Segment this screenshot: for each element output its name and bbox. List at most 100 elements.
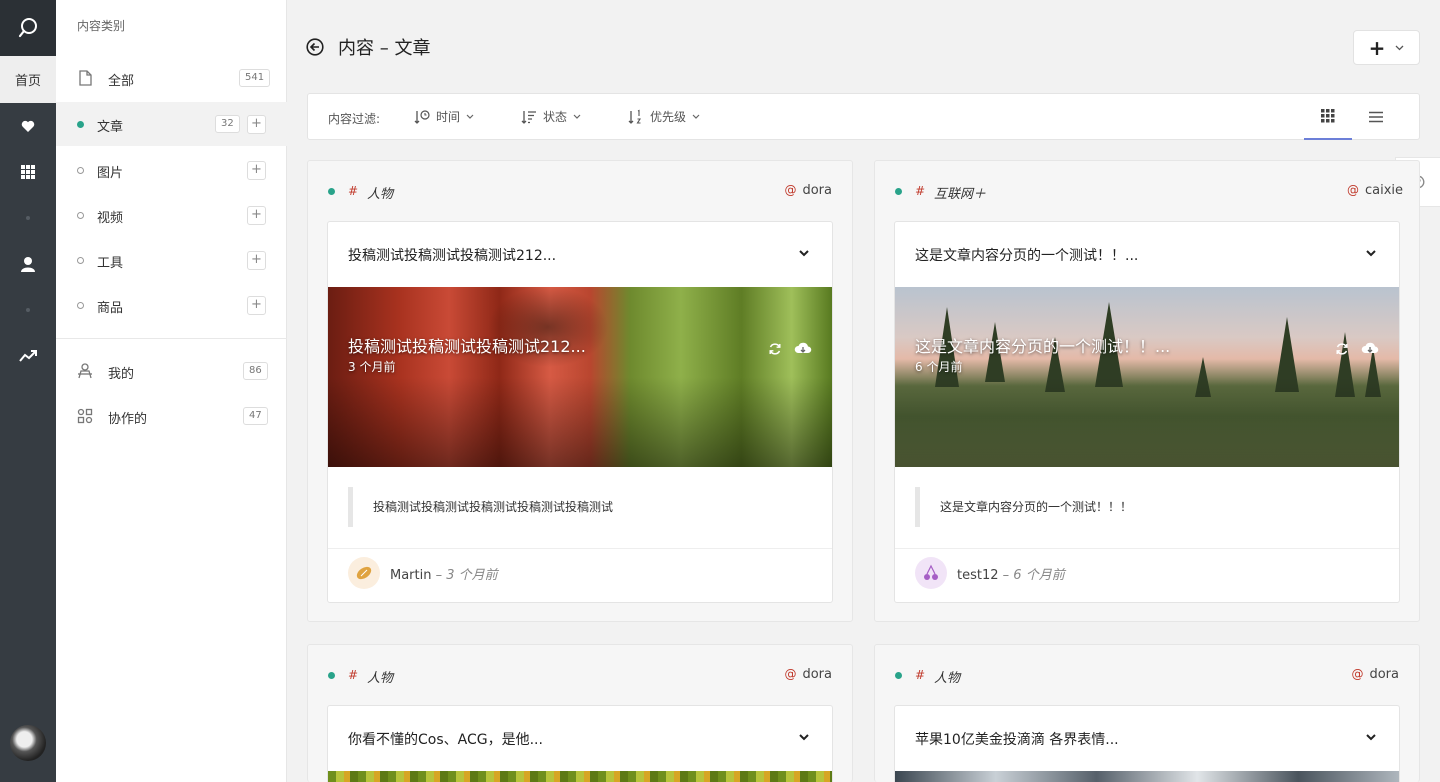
card-title[interactable]: 投稿测试投稿测试投稿测试212... — [348, 245, 556, 265]
add-tool-button[interactable]: + — [247, 251, 266, 270]
card-tag[interactable]: 人物 — [934, 667, 960, 686]
heart-icon[interactable] — [0, 103, 56, 149]
add-image-button[interactable]: + — [247, 161, 266, 180]
sidebar-item-label: 工具 — [97, 256, 124, 271]
content-card[interactable]: # 人物 @ dora 投稿测试投稿测试投稿测试212... 投稿测试投稿测试投稿… — [307, 160, 853, 622]
card-cover-image[interactable] — [895, 287, 1399, 467]
card-excerpt: 这是文章内容分页的一个测试！！！ — [915, 487, 1132, 527]
add-product-button[interactable]: + — [247, 296, 266, 315]
filter-time[interactable]: 时间 — [414, 108, 474, 125]
filter-status[interactable]: 状态 — [521, 108, 581, 125]
add-content-button[interactable]: + — [1353, 30, 1420, 65]
plus-icon: + — [1368, 35, 1386, 60]
sidebar-item-mine[interactable]: 我的 86 — [56, 349, 287, 393]
status-dot — [77, 212, 84, 219]
card-title[interactable]: 你看不懂的Cos、ACG，是他... — [348, 729, 543, 749]
sidebar-item-label: 我的 — [108, 367, 135, 382]
list-view-button[interactable] — [1352, 94, 1400, 140]
filter-bar: 内容过滤: 时间 状态 优先级 — [307, 93, 1420, 140]
content-card[interactable]: # 互联网＋ @ caixie 这是文章内容分页的一个测试！！... 这是文章内容… — [874, 160, 1420, 622]
status-dot — [328, 188, 335, 195]
refresh-icon[interactable] — [768, 342, 782, 356]
chevron-down-icon — [692, 114, 700, 119]
sidebar-item-label: 图片 — [97, 166, 124, 181]
at-icon: @ — [784, 183, 797, 197]
cover-time: 3 个月前 — [348, 360, 396, 374]
refresh-icon[interactable] — [1335, 342, 1349, 356]
author-name: dora — [802, 667, 832, 682]
user-icon[interactable] — [0, 241, 56, 287]
chevron-down-icon[interactable] — [798, 248, 810, 258]
grid-view-icon — [1321, 109, 1335, 123]
add-video-button[interactable]: + — [247, 206, 266, 225]
rail-separator-dot — [0, 195, 56, 241]
card-title[interactable]: 这是文章内容分页的一个测试！！... — [915, 245, 1138, 265]
filter-priority[interactable]: 优先级 — [628, 108, 700, 125]
sidebar-item-label: 商品 — [97, 301, 124, 316]
card-excerpt: 投稿测试投稿测试投稿测试投稿测试投稿测试 — [348, 487, 613, 527]
chevron-down-icon[interactable] — [798, 732, 810, 742]
person-icon — [78, 363, 92, 379]
rail-home[interactable]: 首页 — [0, 56, 56, 103]
status-dot — [895, 188, 902, 195]
card-author[interactable]: @ caixie — [1347, 183, 1403, 198]
card-body: 这是文章内容分页的一个测试！！... 这是文章内容分页的一个测试！！... 6 … — [894, 221, 1400, 603]
user-time: – 6 个月前 — [1002, 568, 1065, 583]
count-badge: 32 — [215, 115, 240, 133]
card-cover-image[interactable] — [328, 287, 832, 467]
sidebar-item-video[interactable]: 视频 + — [56, 193, 287, 237]
back-icon[interactable] — [306, 38, 324, 56]
chevron-down-icon — [1395, 45, 1404, 50]
grid-icon[interactable] — [0, 149, 56, 195]
card-user: test12 – 6 个月前 — [957, 564, 1065, 583]
card-body: 你看不懂的Cos、ACG，是他... — [327, 705, 833, 782]
category-sidebar: 内容类别 全部 541 文章 32 + 图片 + 视频 + 工具 + 商品 + … — [56, 0, 287, 782]
hash-icon: # — [915, 668, 926, 682]
card-body: 投稿测试投稿测试投稿测试212... 投稿测试投稿测试投稿测试212... 3 … — [327, 221, 833, 603]
card-author[interactable]: @ dora — [784, 183, 832, 198]
avatar[interactable] — [348, 557, 380, 589]
card-cover-image[interactable] — [895, 771, 1399, 782]
chevron-down-icon[interactable] — [1365, 732, 1377, 742]
logo-icon[interactable] — [0, 0, 56, 56]
sidebar-item-tool[interactable]: 工具 + — [56, 238, 287, 282]
cover-title: 这是文章内容分页的一个测试！！... — [915, 337, 1171, 356]
avatar[interactable] — [915, 557, 947, 589]
sort-time-icon — [414, 109, 430, 124]
hash-icon: # — [348, 184, 359, 198]
count-badge: 47 — [243, 407, 268, 425]
card-tag[interactable]: 人物 — [367, 667, 393, 686]
card-author[interactable]: @ dora — [784, 667, 832, 682]
card-footer: test12 – 6 个月前 — [895, 548, 1399, 602]
card-author[interactable]: @ dora — [1351, 667, 1399, 682]
status-dot — [77, 257, 84, 264]
content-card[interactable]: # 人物 @ dora 苹果10亿美金投滴滴 各界表情... — [874, 644, 1420, 782]
sort-status-icon — [521, 110, 536, 124]
content-card[interactable]: # 人物 @ dora 你看不懂的Cos、ACG，是他... — [307, 644, 853, 782]
grid-view-button[interactable] — [1304, 94, 1352, 140]
sidebar-item-collab[interactable]: 协作的 47 — [56, 394, 287, 438]
add-article-button[interactable]: + — [247, 115, 266, 134]
hash-icon: # — [915, 184, 926, 198]
cherry-icon — [924, 564, 938, 580]
filter-label: 内容过滤: — [328, 112, 381, 126]
count-badge: 86 — [243, 362, 268, 380]
sidebar-item-product[interactable]: 商品 + — [56, 283, 287, 327]
sidebar-divider — [56, 338, 287, 339]
sidebar-item-all[interactable]: 全部 541 — [56, 56, 287, 100]
card-tag[interactable]: 互联网＋ — [934, 183, 986, 202]
chevron-down-icon[interactable] — [1365, 248, 1377, 258]
cloud-download-icon[interactable] — [1361, 342, 1379, 356]
sidebar-item-image[interactable]: 图片 + — [56, 148, 287, 192]
user-avatar[interactable] — [10, 725, 46, 761]
card-title[interactable]: 苹果10亿美金投滴滴 各界表情... — [915, 729, 1119, 749]
card-header: # 人物 @ dora — [875, 645, 1419, 705]
card-tag[interactable]: 人物 — [367, 183, 393, 202]
author-name: caixie — [1365, 183, 1404, 198]
chevron-down-icon — [573, 114, 581, 119]
cloud-download-icon[interactable] — [794, 342, 812, 356]
card-cover-image[interactable] — [328, 771, 832, 782]
trend-icon[interactable] — [0, 333, 56, 379]
sidebar-item-article[interactable]: 文章 32 + — [56, 102, 287, 146]
card-user: Martin – 3 个月前 — [390, 564, 498, 583]
